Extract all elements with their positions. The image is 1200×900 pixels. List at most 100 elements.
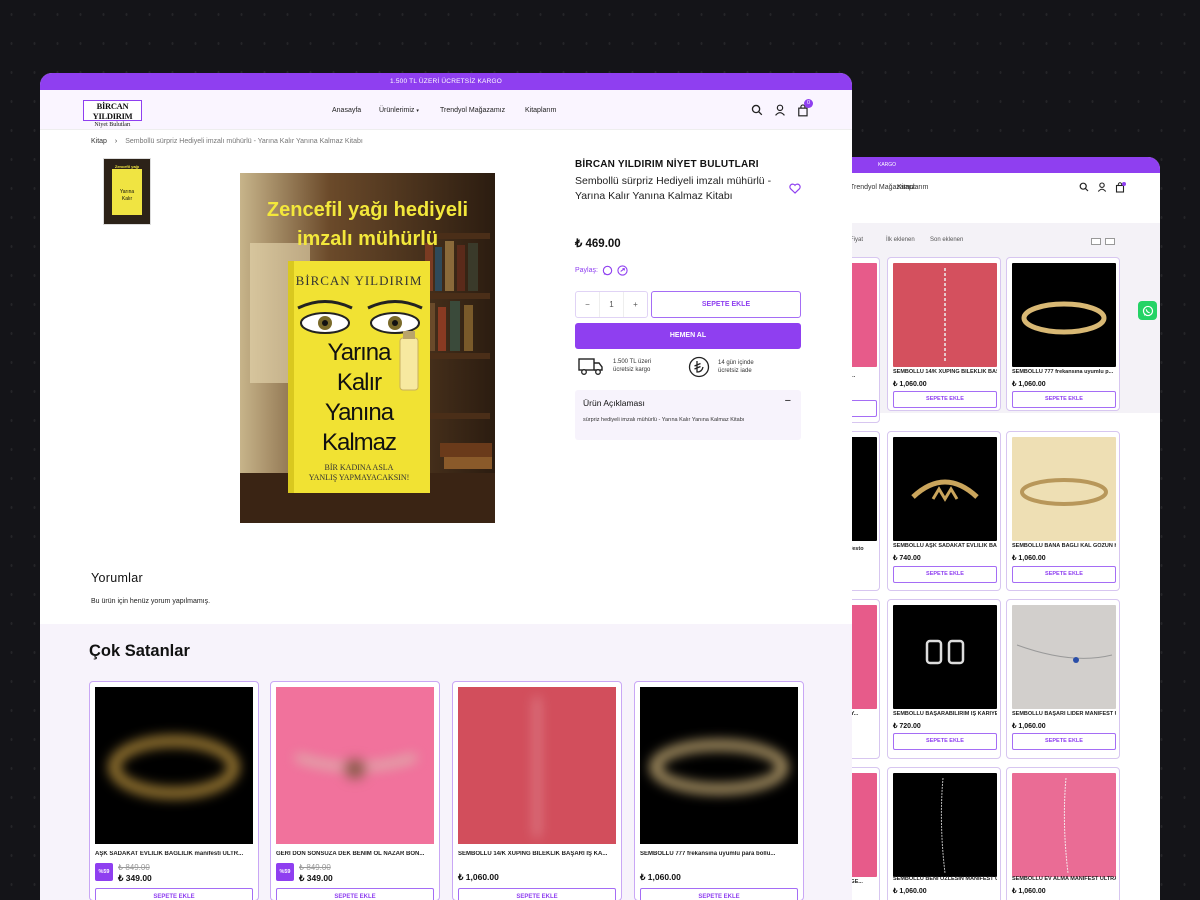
description-text: sürpriz hediyeli imzalı mühürlü - Yarına… — [583, 417, 745, 423]
search-icon[interactable] — [1079, 182, 1089, 192]
breadcrumb: Kitap › Sembollü sürpriz Hediyeli imzalı… — [91, 138, 363, 145]
product-price: ₺ 349.00 — [299, 873, 333, 883]
user-icon[interactable] — [1097, 182, 1107, 192]
product-image — [893, 437, 997, 541]
reviews-empty-text: Bu ürün için henüz yorum yapılmamış. — [91, 598, 211, 605]
free-return-line-2: ücretsiz iade — [718, 368, 752, 374]
add-to-cart-button[interactable]: SEPETE EKLE — [1012, 391, 1116, 408]
free-return-info: 14 gün içinde ücretsiz iade — [688, 356, 754, 378]
qty-input[interactable]: 1 — [599, 292, 624, 317]
share-row: Paylaş: — [575, 265, 628, 276]
product-card[interactable]: SEMBOLLÜ AŞK SADAKAT EVLİLİK BA... ₺ 740… — [887, 431, 1001, 591]
cart-icon[interactable] — [1115, 182, 1126, 193]
user-icon[interactable] — [774, 104, 786, 116]
cover-title-1: Yarına — [327, 339, 392, 366]
product-card[interactable]: SEMBOLLÜ BAŞARI LİDER MANİFEST U... ₺ 1,… — [1006, 599, 1120, 759]
add-to-cart-button[interactable]: SEPETE EKLE — [651, 291, 801, 318]
product-card[interactable]: SEMBOLLÜ BANA BAĞLI KAL GÖZÜN H... ₺ 1,0… — [1006, 431, 1120, 591]
chevron-right-icon: › — [114, 138, 118, 145]
whatsapp-button[interactable] — [1138, 301, 1157, 320]
add-to-cart-button[interactable]: SEPETE EKLE — [276, 888, 434, 900]
nav-books[interactable]: Kitaplarım — [525, 107, 557, 114]
add-to-cart-button[interactable]: SEPETE EKLE — [640, 888, 798, 900]
old-price: ₺ 849.00 — [299, 863, 331, 872]
cover-top-text-2: imzalı mühürlü — [296, 228, 439, 250]
add-to-cart-button[interactable]: SEPETE EKLE — [893, 391, 997, 408]
breadcrumb-root[interactable]: Kitap — [91, 138, 107, 145]
product-image — [1012, 263, 1116, 367]
collapse-icon[interactable]: − — [785, 395, 791, 407]
product-price: ₺ 720.00 — [893, 723, 921, 730]
product-price: ₺ 1,060.00 — [1012, 381, 1046, 388]
product-card[interactable]: SEMBOLLÜ BENİ ÖZLESİN MANİFEST U... ₺ 1,… — [887, 767, 1001, 900]
heart-icon[interactable] — [789, 183, 801, 194]
product-image — [1012, 773, 1116, 877]
nav-trendyol[interactable]: Trendyol Mağazamız — [440, 107, 505, 114]
bestsellers-title: Çok Satanlar — [89, 642, 190, 660]
product-thumbnail[interactable]: Zencefil yağı Yarına Kalır — [103, 158, 151, 225]
product-price: ₺ 1,060.00 — [458, 872, 499, 882]
grid-view-2-icon[interactable] — [1091, 238, 1101, 245]
product-card[interactable]: GERİ DÖN SONSUZA DEK BENİM OL NAZAR BON.… — [270, 681, 440, 900]
product-brand[interactable]: BİRCAN YILDIRIM NİYET BULUTLARI — [575, 159, 759, 170]
add-to-cart-button[interactable]: SEPETE EKLE — [95, 888, 253, 900]
whatsapp-share-icon[interactable] — [602, 265, 613, 276]
discount-badge: %59 — [95, 863, 113, 881]
add-to-cart-button[interactable]: SEPETE EKLE — [1012, 733, 1116, 750]
cart-button[interactable]: 0 — [797, 99, 813, 117]
grid-view-3-icon[interactable] — [1105, 238, 1115, 245]
nav-home[interactable]: Anasayfa — [332, 107, 361, 114]
cover-text: Zencefil yağı hediyeli imzalı mühürlü Bİ… — [240, 173, 495, 523]
product-main-image: Zencefil yağı hediyeli imzalı mühürlü Bİ… — [240, 173, 495, 523]
product-card[interactable]: SEMBOLLÜ 777 frekansına uyumlu para boll… — [634, 681, 804, 900]
search-icon[interactable] — [751, 104, 763, 116]
product-card[interactable]: SEMBOLLÜ 14/K XUPING BİLEKLİK BAŞ... ₺ 1… — [887, 257, 1001, 411]
product-price: ₺ 1,060.00 — [1012, 888, 1046, 895]
product-card[interactable]: SEMBOLLÜ BAŞARABİLİRİM İŞ KARİYE... ₺ 72… — [887, 599, 1001, 759]
site-logo[interactable]: BİRCAN YILDIRIM Niyet Bulutları — [83, 100, 142, 128]
product-card[interactable]: SEMBOLLÜ EV ALMA MANİFEST ULTRA... ₺ 1,0… — [1006, 767, 1120, 900]
qty-decrease-button[interactable]: − — [576, 292, 599, 317]
description-accordion: Ürün Açıklaması − sürpriz hediyeli imzal… — [575, 390, 801, 440]
quantity-stepper: − 1 + — [575, 291, 648, 318]
nav-products[interactable]: Ürünlerimiz ▾ — [379, 107, 419, 114]
free-shipping-line-2: ücretsiz kargo — [613, 367, 651, 373]
product-card[interactable]: SEMBOLLÜ 14/K XUPING BİLEKLİK BAŞARI İŞ … — [452, 681, 622, 900]
copy-link-icon[interactable] — [617, 265, 628, 276]
discount-badge: %59 — [276, 863, 294, 881]
product-name: SEMBOLLÜ AŞK SADAKAT EVLİLİK BA... — [893, 543, 997, 549]
product-name: SEMBOLLÜ 777 frekansına uyumlu p... — [1012, 369, 1114, 375]
product-image — [95, 687, 253, 844]
cover-title-4: Kalmaz — [321, 429, 397, 456]
lira-icon — [688, 356, 710, 378]
description-title[interactable]: Ürün Açıklaması — [583, 398, 645, 408]
add-to-cart-button[interactable]: SEPETE EKLE — [893, 566, 997, 583]
add-to-cart-button[interactable]: SEPETE EKLE — [893, 733, 997, 750]
product-image — [1012, 437, 1116, 541]
buy-now-button[interactable]: HEMEN AL — [575, 323, 801, 349]
product-title: Sembollü sürpriz Hediyeli imzalı mühürlü… — [575, 175, 772, 202]
product-image — [276, 687, 434, 844]
nav-products-label: Ürünlerimiz — [379, 107, 415, 114]
qty-increase-button[interactable]: + — [624, 292, 647, 317]
truck-icon — [578, 358, 603, 375]
breadcrumb-current: Sembollü sürpriz Hediyeli imzalı mühürlü… — [125, 138, 363, 145]
product-card[interactable]: AŞK SADAKAT EVLİLİK BAĞLILIK manifesti U… — [89, 681, 259, 900]
sort-first-added[interactable]: İlk eklenen — [886, 237, 915, 243]
sort-last-added[interactable]: Son eklenen — [930, 237, 963, 243]
product-price: ₺ 1,060.00 — [893, 888, 927, 895]
product-card[interactable]: SEMBOLLÜ 777 frekansına uyumlu p... ₺ 1,… — [1006, 257, 1120, 411]
product-price: ₺ 1,060.00 — [893, 381, 927, 388]
nav-books[interactable]: Kitaplarım — [897, 184, 929, 191]
add-to-cart-button[interactable]: SEPETE EKLE — [458, 888, 616, 900]
product-name: SEMBOLLÜ 14/K XUPING BİLEKLİK BAŞARI İŞ … — [458, 851, 608, 857]
product-name: SEMBOLLÜ BANA BAĞLI KAL GÖZÜN H... — [1012, 543, 1116, 549]
promo-bar: 1.500 TL ÜZERİ ÜCRETSİZ KARGO — [40, 73, 852, 90]
cover-tagline-1: BİR KADINA ASLA — [324, 463, 394, 472]
old-price: ₺ 849.00 — [118, 863, 150, 872]
product-image — [893, 605, 997, 709]
add-to-cart-button[interactable]: SEPETE EKLE — [1012, 566, 1116, 583]
free-return-line-1: 14 gün içinde — [718, 360, 754, 366]
bestsellers-section: Çok Satanlar AŞK SADAKAT EVLİLİK BAĞLILI… — [40, 624, 852, 900]
free-shipping-line-1: 1.500 TL üzeri — [613, 359, 652, 365]
